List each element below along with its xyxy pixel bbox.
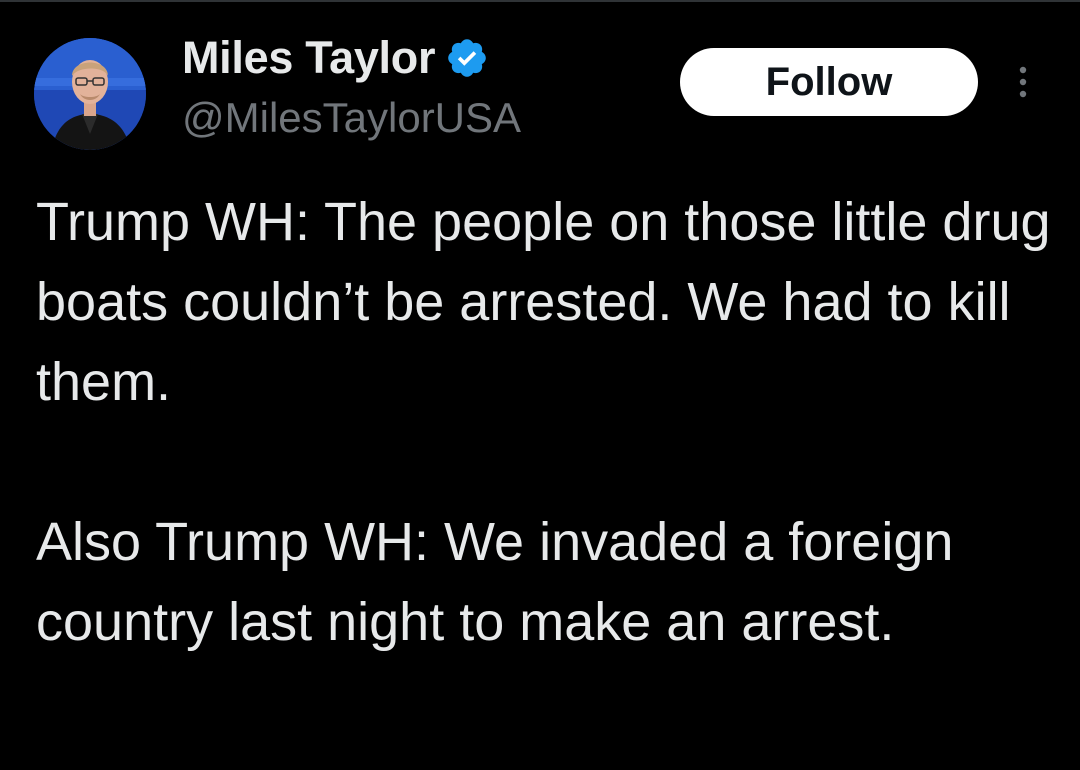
author-display-name[interactable]: Miles Taylor bbox=[182, 32, 435, 84]
tweet-paragraph: Trump WH: The people on those little dru… bbox=[36, 192, 1051, 412]
tweet-paragraph: Also Trump WH: We invaded a foreign coun… bbox=[36, 512, 954, 652]
author-name-row: Miles Taylor bbox=[182, 30, 489, 86]
avatar-image bbox=[34, 38, 146, 150]
author-handle[interactable]: @MilesTaylorUSA bbox=[182, 94, 521, 142]
avatar[interactable] bbox=[34, 38, 146, 150]
follow-button[interactable]: Follow bbox=[680, 48, 978, 116]
tweet-text: Trump WH: The people on those little dru… bbox=[36, 182, 1056, 662]
more-vertical-icon[interactable] bbox=[1008, 62, 1038, 102]
verified-badge-icon[interactable] bbox=[445, 36, 489, 80]
top-divider bbox=[0, 0, 1080, 2]
